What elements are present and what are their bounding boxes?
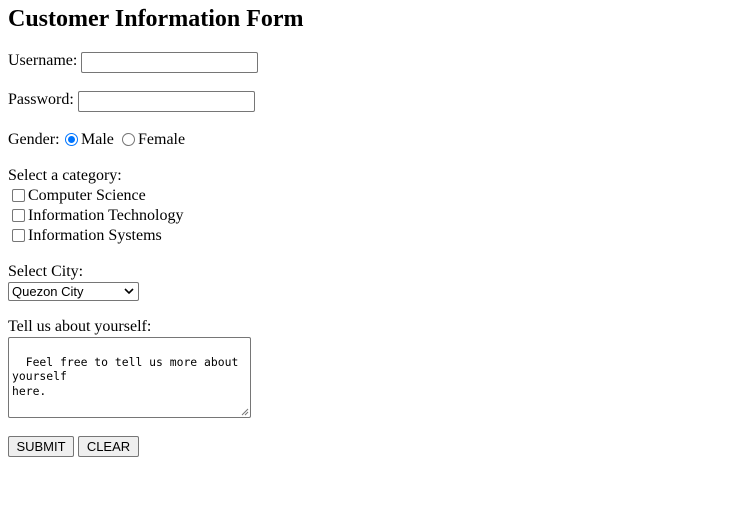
- gender-label: Gender:: [8, 131, 60, 148]
- category-label: Select a category:: [8, 167, 122, 184]
- resize-grip-icon[interactable]: [241, 408, 249, 416]
- category-is-label[interactable]: Information Systems: [28, 227, 162, 245]
- gender-male-radio[interactable]: [65, 133, 78, 146]
- submit-button[interactable]: SUBMIT: [8, 436, 74, 457]
- city-label: Select City:: [8, 263, 84, 280]
- password-input[interactable]: [78, 91, 255, 112]
- city-select-value: Quezon City: [12, 284, 84, 299]
- category-cs-label[interactable]: Computer Science: [28, 187, 146, 205]
- chevron-down-icon: [124, 283, 134, 300]
- category-it-checkbox[interactable]: [12, 209, 25, 222]
- gender-male-label[interactable]: Male: [81, 131, 114, 149]
- about-label: Tell us about yourself:: [8, 318, 152, 335]
- password-label: Password:: [8, 91, 74, 108]
- username-label: Username:: [8, 52, 78, 69]
- gender-female-radio[interactable]: [122, 133, 135, 146]
- page-title: Customer Information Form: [8, 6, 304, 32]
- category-is-checkbox[interactable]: [12, 229, 25, 242]
- username-input[interactable]: [81, 52, 258, 73]
- about-textarea[interactable]: Feel free to tell us more about yourself…: [8, 337, 251, 418]
- category-it-label[interactable]: Information Technology: [28, 207, 183, 225]
- clear-button[interactable]: CLEAR: [78, 436, 139, 457]
- category-cs-checkbox[interactable]: [12, 189, 25, 202]
- about-textarea-value: Feel free to tell us more about yourself…: [12, 354, 239, 398]
- gender-female-label[interactable]: Female: [138, 131, 185, 149]
- city-select[interactable]: Quezon City: [8, 282, 139, 301]
